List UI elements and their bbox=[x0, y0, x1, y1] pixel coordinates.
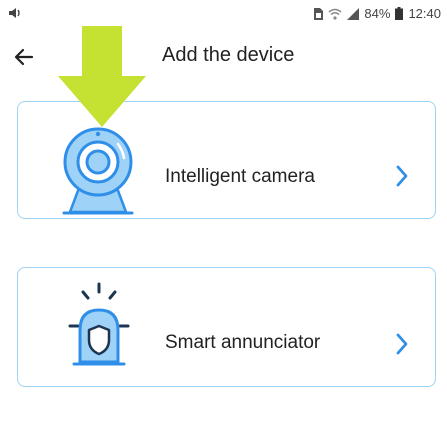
arrow-down-icon bbox=[56, 26, 148, 133]
chevron-right-icon bbox=[395, 332, 409, 361]
clock: 12:40 bbox=[408, 6, 441, 21]
battery-level: 84% bbox=[364, 6, 391, 21]
volume-icon bbox=[8, 6, 22, 25]
battery-icon bbox=[395, 7, 404, 20]
device-label: Intelligent camera bbox=[165, 166, 315, 187]
chevron-right-icon bbox=[395, 164, 409, 193]
alarm-siren-icon bbox=[58, 280, 138, 385]
back-button[interactable] bbox=[10, 42, 40, 72]
wifi-icon bbox=[328, 8, 342, 20]
device-label: Smart annunciator bbox=[165, 332, 321, 353]
page-title: Add the device bbox=[162, 44, 295, 66]
arrow-left-icon bbox=[10, 48, 40, 76]
status-indicators: 84% 12:40 bbox=[313, 6, 441, 21]
sim-card-icon bbox=[313, 7, 324, 20]
device-card-smart-annunciator[interactable]: Smart annunciator bbox=[17, 267, 436, 387]
signal-icon bbox=[347, 7, 360, 20]
